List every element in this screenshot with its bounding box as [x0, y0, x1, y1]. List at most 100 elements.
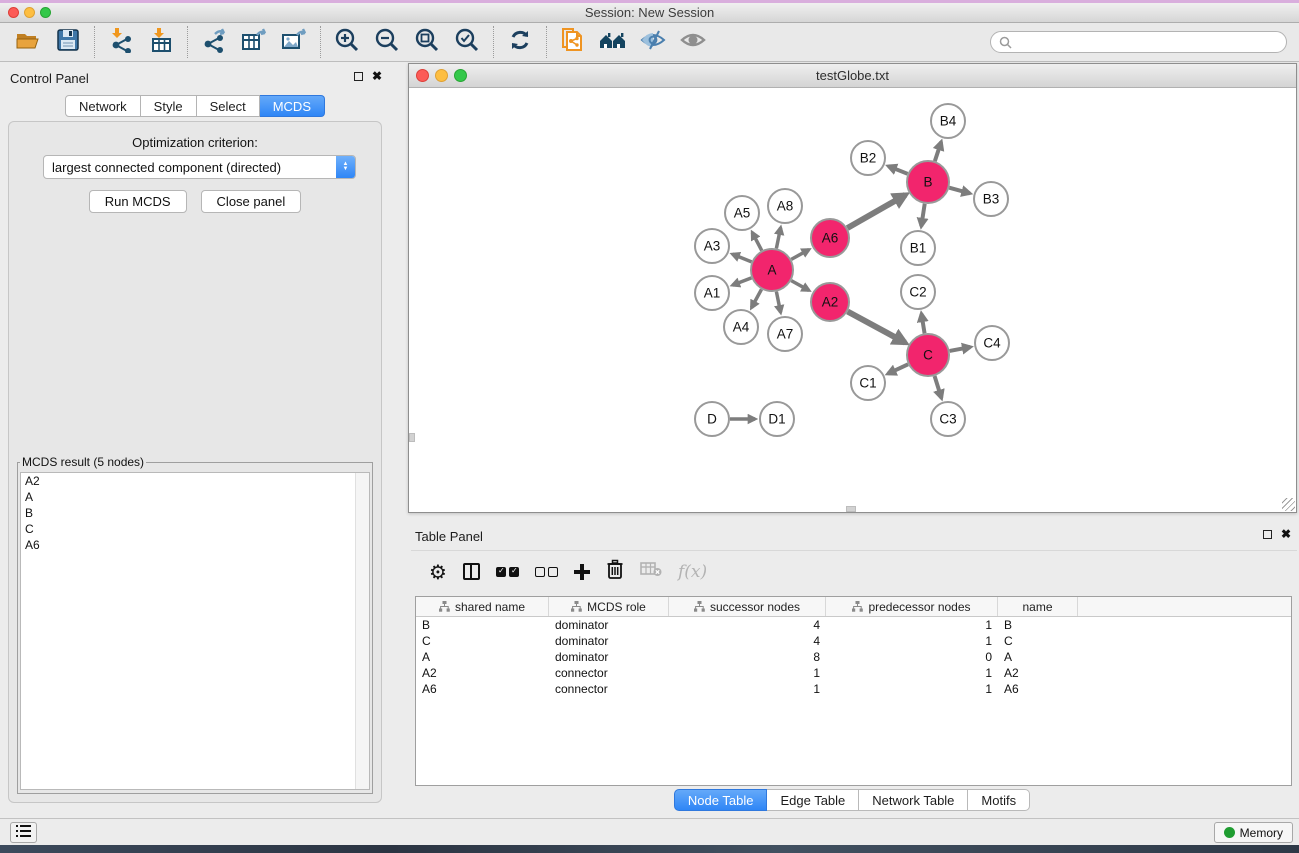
close-window-button[interactable] [8, 7, 19, 18]
column-header-successor-nodes[interactable]: successor nodes [669, 597, 826, 616]
tab-network[interactable]: Network [65, 95, 141, 117]
import-network-button[interactable] [101, 25, 141, 59]
result-item[interactable]: A [21, 489, 369, 505]
column-header-MCDS-role[interactable]: MCDS role [549, 597, 669, 616]
table-cell[interactable]: A6 [998, 682, 1078, 696]
table-row[interactable]: A6connector11A6 [416, 681, 1291, 697]
tab-edge-table[interactable]: Edge Table [767, 789, 859, 811]
float-panel-icon[interactable] [354, 72, 363, 81]
close-network-button[interactable] [416, 69, 429, 82]
result-scrollbar[interactable] [355, 473, 369, 789]
export-image-button[interactable] [274, 25, 314, 59]
column-header-name[interactable]: name [998, 597, 1078, 616]
result-item[interactable]: C [21, 521, 369, 537]
table-cell[interactable]: B [416, 618, 549, 632]
show-column-button[interactable] [463, 557, 480, 587]
table-cell[interactable]: 8 [669, 650, 826, 664]
refresh-view-button[interactable] [500, 25, 540, 59]
edge-C-C2[interactable] [921, 314, 924, 334]
edge-A-A2[interactable] [791, 281, 809, 291]
tab-motifs[interactable]: Motifs [968, 789, 1030, 811]
run-mcds-button[interactable]: Run MCDS [89, 190, 187, 213]
zoom-fit-button[interactable] [407, 25, 447, 59]
table-cell[interactable]: 1 [826, 634, 998, 648]
table-cell[interactable]: A6 [416, 682, 549, 696]
edge-A-A6[interactable] [791, 250, 809, 260]
edge-B-B4[interactable] [935, 142, 941, 161]
table-cell[interactable]: 1 [669, 666, 826, 680]
mcds-result-list[interactable]: A2ABCA6 [20, 472, 370, 790]
network-graph[interactable]: AA1A2A3A4A5A6A7A8BB1B2B3B4CC1C2C3C4DD1 [409, 88, 1296, 512]
close-panel-icon[interactable]: ✖ [1281, 529, 1291, 539]
open-file-button[interactable] [8, 25, 48, 59]
select-all-columns-button[interactable] [496, 557, 519, 587]
edge-A-A3[interactable] [732, 254, 751, 262]
vertical-scroll-indicator[interactable] [409, 433, 415, 442]
first-neighbors-button[interactable] [593, 25, 633, 59]
task-history-button[interactable] [10, 822, 37, 843]
edge-C-C1[interactable] [888, 364, 908, 373]
table-cell[interactable]: A [416, 650, 549, 664]
edge-A-A1[interactable] [733, 278, 752, 285]
memory-button[interactable]: Memory [1214, 822, 1293, 843]
zoom-window-button[interactable] [40, 7, 51, 18]
table-cell[interactable]: 4 [669, 618, 826, 632]
edge-A-A5[interactable] [752, 232, 762, 250]
table-row[interactable]: Cdominator41C [416, 633, 1291, 649]
unselect-all-columns-button[interactable] [535, 557, 558, 587]
network-window-titlebar[interactable]: testGlobe.txt [409, 64, 1296, 88]
delete-column-button[interactable] [606, 557, 624, 587]
table-cell[interactable]: B [998, 618, 1078, 632]
save-session-button[interactable] [48, 25, 88, 59]
new-network-from-selection-button[interactable] [553, 25, 593, 59]
show-hide-graphics-details-button[interactable] [633, 25, 673, 59]
edge-B-B1[interactable] [921, 204, 924, 226]
table-cell[interactable]: 4 [669, 634, 826, 648]
zoom-selected-button[interactable] [447, 25, 487, 59]
network-canvas[interactable]: AA1A2A3A4A5A6A7A8BB1B2B3B4CC1C2C3C4DD1 [409, 88, 1296, 512]
float-panel-icon[interactable] [1263, 530, 1272, 539]
column-header-shared-name[interactable]: shared name [416, 597, 549, 616]
edge-A-A4[interactable] [752, 289, 762, 307]
tab-style[interactable]: Style [141, 95, 197, 117]
minimize-network-button[interactable] [435, 69, 448, 82]
edge-B-B2[interactable] [888, 166, 907, 174]
table-cell[interactable]: dominator [549, 650, 669, 664]
create-column-button[interactable] [574, 557, 590, 587]
table-cell[interactable]: 1 [826, 682, 998, 696]
table-cell[interactable]: C [416, 634, 549, 648]
export-table-button[interactable] [234, 25, 274, 59]
result-item[interactable]: A6 [21, 537, 369, 553]
close-panel-button[interactable]: Close panel [201, 190, 302, 213]
table-cell[interactable]: A2 [416, 666, 549, 680]
table-cell[interactable]: connector [549, 666, 669, 680]
table-cell[interactable]: dominator [549, 634, 669, 648]
table-row[interactable]: A2connector11A2 [416, 665, 1291, 681]
import-table-button[interactable] [141, 25, 181, 59]
table-cell[interactable]: 1 [826, 618, 998, 632]
tab-network-table[interactable]: Network Table [859, 789, 968, 811]
table-row[interactable]: Bdominator41B [416, 617, 1291, 633]
search-field[interactable] [990, 31, 1287, 53]
resize-grip[interactable] [1282, 498, 1295, 511]
table-cell[interactable]: connector [549, 682, 669, 696]
node-table[interactable]: shared nameMCDS rolesuccessor nodesprede… [415, 596, 1292, 786]
table-cell[interactable]: C [998, 634, 1078, 648]
tab-select[interactable]: Select [197, 95, 260, 117]
result-item[interactable]: A2 [21, 473, 369, 489]
edge-A2-C[interactable] [848, 312, 906, 343]
horizontal-scroll-indicator[interactable] [846, 506, 856, 512]
table-cell[interactable]: 1 [669, 682, 826, 696]
export-network-button[interactable] [194, 25, 234, 59]
table-settings-button[interactable]: ⚙ [429, 557, 447, 587]
minimize-window-button[interactable] [24, 7, 35, 18]
zoom-network-button[interactable] [454, 69, 467, 82]
criterion-dropdown[interactable]: largest connected component (directed) ▲… [43, 155, 356, 179]
edge-A-A8[interactable] [776, 228, 780, 249]
column-header-predecessor-nodes[interactable]: predecessor nodes [826, 597, 998, 616]
table-cell[interactable]: dominator [549, 618, 669, 632]
level-of-detail-button[interactable] [673, 25, 713, 59]
tab-node-table[interactable]: Node Table [674, 789, 768, 811]
edge-A6-B[interactable] [847, 195, 905, 228]
close-panel-icon[interactable]: ✖ [372, 71, 382, 81]
